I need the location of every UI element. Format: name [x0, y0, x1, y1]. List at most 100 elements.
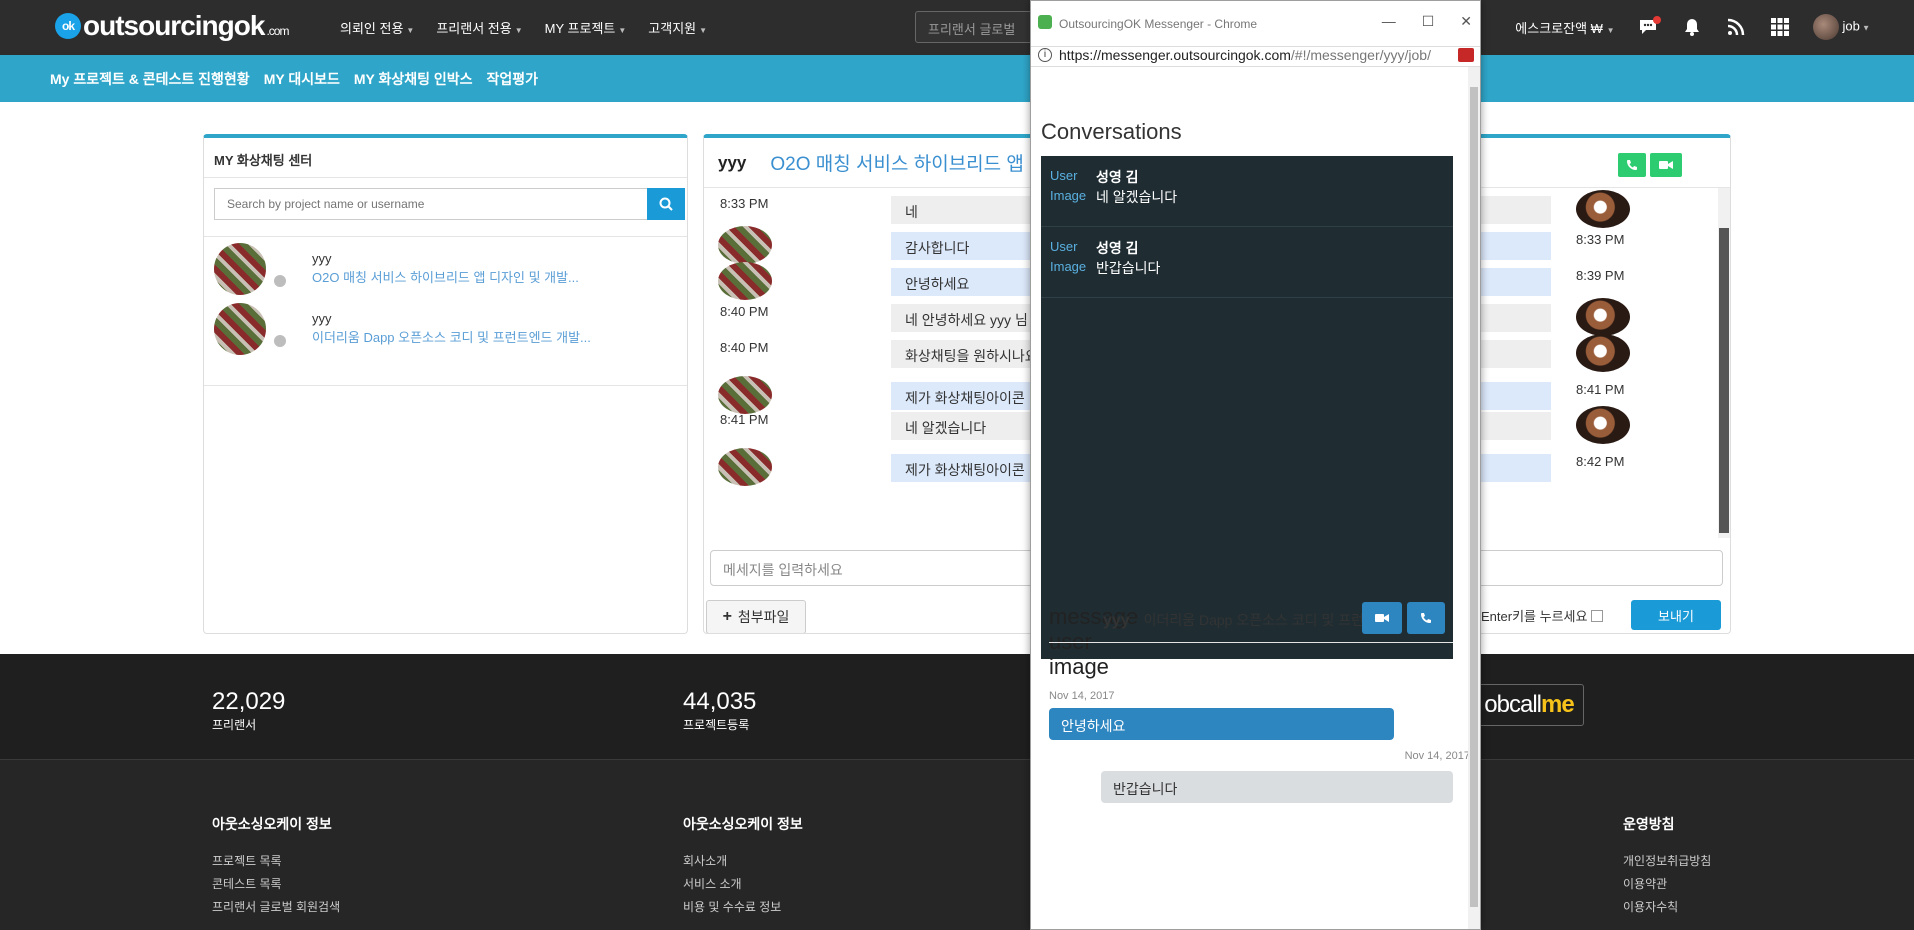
avatar [718, 448, 772, 486]
send-button[interactable]: 보내기 [1631, 600, 1721, 630]
menu-client[interactable]: 의뢰인 전용 ▼ [340, 18, 414, 37]
menu-freelancer[interactable]: 프리랜서 전용 ▼ [436, 18, 522, 37]
logo-text: outsourcingok [83, 10, 265, 41]
message-scrollbar[interactable] [1718, 188, 1730, 538]
subnav-dashboard[interactable]: MY 대시보드 [264, 69, 340, 89]
messenger-popup-window: OutsourcingOK Messenger - Chrome — ☐ ✕ i… [1030, 0, 1481, 930]
footer-heading: 아웃소싱오케이 정보 [683, 816, 803, 832]
footer-link[interactable]: 이용자수칙 [1623, 898, 1711, 915]
list-item[interactable]: User 성영 김 Image 네 알겠습니다 [1041, 156, 1453, 227]
stat-label: 프로젝트등록 [683, 718, 750, 732]
avatar [718, 262, 772, 300]
message-time: 8:40 PM [720, 340, 769, 355]
popup-scrollbar[interactable] [1468, 67, 1480, 929]
jobcallme-logo[interactable]: obcall me [1474, 684, 1584, 726]
user-menu[interactable]: job ▼ [1812, 14, 1870, 40]
footer-column: 아웃소싱오케이 정보 프로젝트 목록 콘테스트 목록 프리랜서 글로벌 회원검색 [212, 814, 340, 921]
subnav-video-inbox[interactable]: MY 화상채팅 인박스 [354, 69, 473, 89]
conversations-heading: Conversations [1041, 119, 1182, 144]
message-date: Nov 14, 2017 [1049, 690, 1115, 702]
video-call-button[interactable] [1650, 153, 1682, 177]
conversation-message: 반갑습니다 [1096, 260, 1161, 276]
escrow-balance[interactable]: 에스크로잔액 ₩ ▼ [1515, 18, 1614, 37]
window-titlebar[interactable]: OutsourcingOK Messenger - Chrome — ☐ ✕ [1031, 1, 1480, 47]
site-logo[interactable]: ok outsourcingok .com [55, 10, 289, 42]
enter-to-send: Enter키를 누르세요 [1481, 606, 1604, 625]
sub-navbar: My 프로젝트 & 콘테스트 진행현황 MY 대시보드 MY 화상채팅 인박스 … [0, 55, 1914, 102]
url-path: /#!/messenger/yyy/job/ [1290, 47, 1431, 63]
chat-icon[interactable] [1637, 16, 1661, 38]
voice-call-button[interactable] [1407, 602, 1445, 634]
conversation-list: yyy O2O 매칭 서비스 하이브리드 앱 디자인 및 개발... yyy 이… [204, 236, 687, 386]
phone-icon [1421, 613, 1431, 623]
logo-suffix: .com [266, 24, 289, 38]
attach-label: 첨부파일 [737, 609, 790, 625]
stat-number: 44,035 [683, 688, 757, 715]
avatar [1576, 190, 1630, 228]
footer-link[interactable]: 프리랜서 글로벌 회원검색 [212, 898, 340, 915]
message-time: 8:42 PM [1576, 454, 1625, 469]
panel-title: MY 화상채팅 센터 [204, 138, 687, 178]
subnav-progress[interactable]: My 프로젝트 & 콘테스트 진행현황 [50, 69, 250, 89]
info-icon[interactable]: i [1038, 48, 1052, 62]
footer-column: 아웃소싱오케이 정보 회사소개 서비스 소개 비용 및 수수료 정보 [683, 814, 803, 921]
conversation-username: yyy [312, 311, 332, 326]
scrollbar-thumb[interactable] [1470, 87, 1478, 907]
footer-link[interactable]: 콘테스트 목록 [212, 875, 340, 892]
avatar [214, 303, 266, 355]
video-camera-icon [1659, 161, 1673, 169]
footer-stats: 22,029 프리랜서 44,035 프로젝트등록 obcall me [0, 654, 1914, 759]
scrollbar-thumb[interactable] [1719, 228, 1729, 533]
list-item[interactable]: yyy 이더리움 Dapp 오픈소스 코디 및 프런트엔드 개발... [204, 303, 687, 363]
rss-icon[interactable] [1725, 16, 1747, 38]
conversation-project[interactable]: 이더리움 Dapp 오픈소스 코디 및 프런트엔드 개발... [312, 329, 612, 347]
subnav-evaluation[interactable]: 작업평가 [487, 69, 539, 89]
footer-link[interactable]: 서비스 소개 [683, 875, 803, 892]
apps-grid-icon[interactable] [1769, 16, 1791, 38]
footer-link[interactable]: 개인정보취급방침 [1623, 852, 1711, 869]
user-label: User [1050, 239, 1078, 254]
search-input[interactable] [214, 188, 647, 220]
footer-link[interactable]: 이용약관 [1623, 875, 1711, 892]
avatar [1576, 406, 1630, 444]
message-time: 8:33 PM [720, 196, 769, 211]
divider [1049, 642, 1453, 643]
list-item[interactable]: yyy O2O 매칭 서비스 하이브리드 앱 디자인 및 개발... [204, 243, 687, 303]
message-time: 8:41 PM [720, 412, 769, 427]
search-button[interactable] [647, 188, 685, 220]
avatar [1812, 14, 1839, 40]
avatar [718, 226, 772, 264]
footer-heading: 운영방침 [1623, 816, 1675, 832]
menu-support[interactable]: 고객지원 ▼ [648, 18, 707, 37]
list-item[interactable]: User 성영 김 Image 반갑습니다 [1041, 227, 1453, 298]
avatar [214, 243, 266, 295]
attach-file-button[interactable]: + 첨부파일 [706, 600, 806, 633]
message-time: 8:41 PM [1576, 382, 1625, 397]
footer-column: 운영방침 개인정보취급방침 이용약관 이용자수칙 [1623, 814, 1711, 921]
enter-send-checkbox[interactable] [1591, 609, 1604, 622]
message-bubble: 안녕하세요 [1049, 708, 1394, 740]
menu-my-project[interactable]: MY 프로젝트 ▼ [545, 18, 627, 37]
voice-call-button[interactable] [1618, 153, 1646, 177]
footer-link[interactable]: 회사소개 [683, 852, 803, 869]
main-menu: 의뢰인 전용 ▼ 프리랜서 전용 ▼ MY 프로젝트 ▼ 고객지원 ▼ [340, 18, 707, 37]
enter-label: Enter키를 누르세요 [1481, 609, 1588, 624]
address-bar[interactable]: i https://messenger.outsourcingok.com/#!… [1031, 47, 1480, 67]
offline-status-icon [274, 335, 286, 347]
minimize-icon[interactable]: — [1382, 13, 1396, 30]
conversation-search [214, 188, 685, 220]
conversation-project[interactable]: O2O 매칭 서비스 하이브리드 앱 디자인 및 개발... [312, 269, 612, 287]
chevron-down-icon: ▼ [406, 26, 415, 35]
conversation-user: 성영 김 [1096, 169, 1139, 185]
close-icon[interactable]: ✕ [1460, 13, 1472, 30]
bell-icon[interactable] [1681, 16, 1703, 38]
global-search-input[interactable]: 프리랜서 글로벌 [915, 11, 1035, 43]
maximize-icon[interactable]: ☐ [1422, 13, 1435, 30]
app-icon [1038, 15, 1052, 29]
chat-username: yyy [718, 152, 747, 172]
window-title: OutsourcingOK Messenger - Chrome [1059, 17, 1258, 31]
footer-link[interactable]: 프로젝트 목록 [212, 852, 340, 869]
blocked-content-icon[interactable] [1458, 48, 1474, 62]
footer-link[interactable]: 비용 및 수수료 정보 [683, 898, 803, 915]
video-call-button[interactable] [1362, 602, 1402, 634]
